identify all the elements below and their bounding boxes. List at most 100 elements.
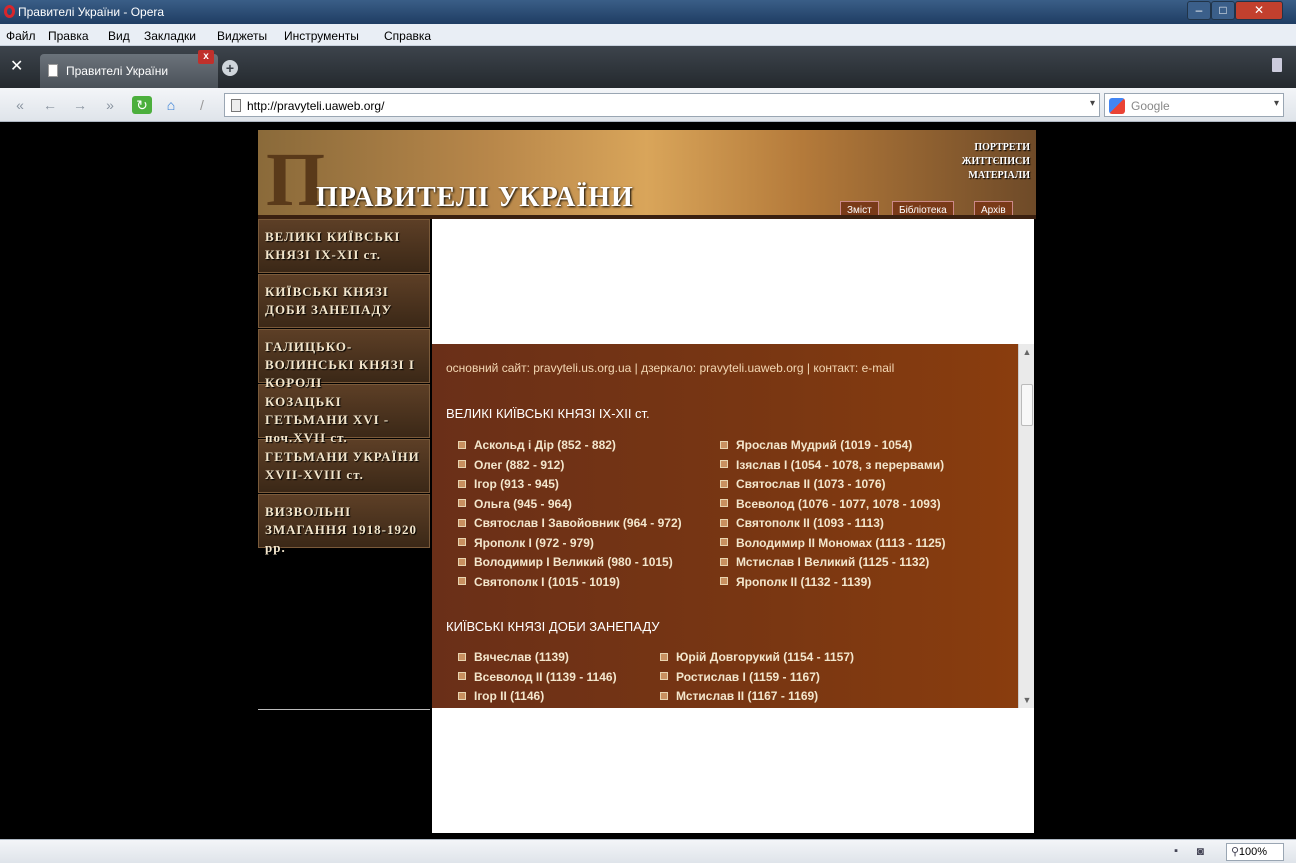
address-url: http://pravyteli.uaweb.org/ bbox=[247, 99, 385, 113]
list-item[interactable]: Ярослав Мудрий (1019 - 1054) bbox=[720, 438, 945, 458]
bullet-icon bbox=[660, 672, 668, 681]
status-bar: ▪ ◙ ⚲ 100% bbox=[0, 839, 1296, 863]
list-item[interactable]: Всеволод (1076 - 1077, 1078 - 1093) bbox=[720, 497, 945, 517]
page-icon bbox=[48, 64, 58, 77]
minimize-button[interactable]: – bbox=[1187, 1, 1211, 20]
bullet-icon bbox=[720, 440, 728, 449]
search-dropdown-icon[interactable]: ▾ bbox=[1274, 98, 1279, 109]
bullet-icon bbox=[458, 577, 466, 586]
list-item[interactable]: Святополк І (1015 - 1019) bbox=[458, 575, 682, 595]
nav-liberation-struggles[interactable]: ВИЗВОЛЬНІ ЗМАГАННЯ 1918-1920 рр. bbox=[258, 494, 430, 555]
menu-view[interactable]: Вид bbox=[108, 29, 130, 43]
list-item[interactable]: Ігор (913 - 945) bbox=[458, 477, 682, 497]
list-item[interactable]: Аскольд і Дір (852 - 882) bbox=[458, 438, 682, 458]
nav-cossack-hetmans[interactable]: КОЗАЦЬКІ ГЕТЬМАНИ XVI - поч.XVII ст. bbox=[258, 384, 430, 445]
reload-button[interactable]: ↻ bbox=[132, 96, 152, 114]
bullet-icon bbox=[458, 652, 466, 661]
list-item[interactable]: Ігор ІІ (1146) bbox=[458, 689, 617, 708]
network-icon[interactable]: ▪ bbox=[1174, 845, 1178, 857]
bullet-icon bbox=[720, 460, 728, 469]
scroll-up-icon[interactable]: ▲ bbox=[1019, 344, 1035, 360]
list-item[interactable]: Вячеслав (1139) bbox=[458, 650, 617, 670]
list-item[interactable]: Ростислав І (1159 - 1167) bbox=[660, 670, 854, 690]
rewind-button[interactable]: « bbox=[10, 96, 30, 114]
edit-icon[interactable]: / bbox=[192, 96, 212, 114]
scroll-thumb[interactable] bbox=[1021, 384, 1033, 426]
bullet-icon bbox=[458, 538, 466, 547]
site-links-line[interactable]: основний сайт: pravyteli.us.org.ua | дзе… bbox=[446, 361, 894, 375]
bullet-icon bbox=[458, 518, 466, 527]
decline-princes-column-2: Юрій Довгорукий (1154 - 1157) Ростислав … bbox=[660, 650, 854, 708]
list-item[interactable]: Святослав І Завойовник (964 - 972) bbox=[458, 516, 682, 536]
maximize-button[interactable]: □ bbox=[1211, 1, 1235, 20]
trash-icon[interactable] bbox=[1272, 58, 1282, 72]
great-princes-column-2: Ярослав Мудрий (1019 - 1054) Ізяслав І (… bbox=[720, 438, 945, 594]
list-item[interactable]: Ярополк ІІ (1132 - 1139) bbox=[720, 575, 945, 595]
list-item[interactable]: Мстислав І Великий (1125 - 1132) bbox=[720, 555, 945, 575]
tab-bar: ✕ Правителі України x + bbox=[0, 46, 1296, 88]
camera-icon[interactable]: ◙ bbox=[1197, 844, 1204, 858]
address-dropdown-icon[interactable]: ▾ bbox=[1090, 98, 1095, 109]
page-viewport: П ПРАВИТЕЛІ УКРАЇНИ ПОРТРЕТИ ЖИТТЄПИСИ М… bbox=[8, 122, 1286, 839]
search-field[interactable]: Google ▾ bbox=[1104, 93, 1284, 117]
panels-toggle-icon[interactable]: ✕ bbox=[10, 56, 23, 76]
list-item[interactable]: Мстислав ІІ (1167 - 1169) bbox=[660, 689, 854, 708]
bullet-icon bbox=[458, 440, 466, 449]
menu-help[interactable]: Справка bbox=[384, 29, 431, 43]
nav-great-kyiv-princes[interactable]: ВЕЛИКІ КИЇВСЬКІ КНЯЗІ IX-XII ст. bbox=[258, 219, 430, 273]
list-item[interactable]: Святополк ІІ (1093 - 1113) bbox=[720, 516, 945, 536]
nav-galicia-volhynia[interactable]: ГАЛИЦЬКО-ВОЛИНСЬКІ КНЯЗІ І КОРОЛІ bbox=[258, 329, 430, 390]
bullet-icon bbox=[458, 479, 466, 488]
panel-scrollbar[interactable]: ▲ ▼ bbox=[1018, 344, 1034, 708]
scroll-down-icon[interactable]: ▼ bbox=[1019, 692, 1035, 708]
zoom-icon: ⚲ bbox=[1231, 846, 1240, 858]
menu-edit[interactable]: Правка bbox=[48, 29, 89, 43]
list-item[interactable]: Юрій Довгорукий (1154 - 1157) bbox=[660, 650, 854, 670]
bullet-icon bbox=[458, 672, 466, 681]
nav-decline-princes[interactable]: КИЇВСЬКІ КНЯЗІ ДОБИ ЗАНЕПАДУ bbox=[258, 274, 430, 328]
fast-forward-button[interactable]: » bbox=[100, 96, 120, 114]
menu-tools[interactable]: Инструменты bbox=[284, 29, 359, 43]
list-item[interactable]: Володимир ІІ Мономах (1113 - 1125) bbox=[720, 536, 945, 556]
list-item[interactable]: Олег (882 - 912) bbox=[458, 458, 682, 478]
zoom-value: 100% bbox=[1238, 846, 1267, 858]
nav-hetmans-ukraine[interactable]: ГЕТЬМАНИ УКРАЇНИ XVII-XVIII ст. bbox=[258, 439, 430, 493]
window-title: Правителі України - Opera bbox=[18, 5, 165, 19]
opera-logo-icon bbox=[4, 5, 15, 18]
bullet-icon bbox=[458, 691, 466, 700]
search-placeholder: Google bbox=[1131, 99, 1170, 113]
close-tab-button[interactable]: x bbox=[198, 50, 214, 64]
menu-widgets[interactable]: Виджеты bbox=[217, 29, 267, 43]
bullet-icon bbox=[458, 499, 466, 508]
close-window-button[interactable]: ✕ bbox=[1235, 1, 1283, 20]
home-button[interactable]: ⌂ bbox=[160, 96, 182, 114]
address-bar[interactable]: http://pravyteli.uaweb.org/ ▾ bbox=[224, 93, 1100, 117]
bullet-icon bbox=[720, 557, 728, 566]
list-item[interactable]: Всеволод ІІ (1139 - 1146) bbox=[458, 670, 617, 690]
zoom-selector[interactable]: ⚲ 100% bbox=[1226, 843, 1284, 861]
list-item[interactable]: Ольга (945 - 964) bbox=[458, 497, 682, 517]
list-item[interactable]: Святослав ІІ (1073 - 1076) bbox=[720, 477, 945, 497]
list-item[interactable]: Ярополк І (972 - 979) bbox=[458, 536, 682, 556]
banner-title: ПРАВИТЕЛІ УКРАЇНИ bbox=[316, 182, 634, 213]
menu-bar: Файл Правка Вид Закладки Виджеты Инструм… bbox=[0, 24, 1296, 46]
bullet-icon bbox=[660, 691, 668, 700]
list-item[interactable]: Володимир І Великий (980 - 1015) bbox=[458, 555, 682, 575]
menu-file[interactable]: Файл bbox=[6, 29, 36, 43]
section-heading-great-princes: ВЕЛИКІ КИЇВСЬКІ КНЯЗІ IX-XII ст. bbox=[446, 406, 650, 421]
list-item[interactable]: Ізяслав І (1054 - 1078, з перервами) bbox=[720, 458, 945, 478]
navigation-bar: « ← → » ↻ ⌂ / http://pravyteli.uaweb.org… bbox=[0, 88, 1296, 122]
great-princes-column-1: Аскольд і Дір (852 - 882) Олег (882 - 91… bbox=[458, 438, 682, 594]
bullet-icon bbox=[720, 577, 728, 586]
site-banner: П ПРАВИТЕЛІ УКРАЇНИ ПОРТРЕТИ ЖИТТЄПИСИ М… bbox=[258, 130, 1036, 219]
tab-pravyteli[interactable]: Правителі України x bbox=[40, 50, 218, 88]
page-info-icon bbox=[231, 99, 241, 112]
rulers-list-panel: основний сайт: pravyteli.us.org.ua | дзе… bbox=[432, 344, 1018, 708]
menu-bookmarks[interactable]: Закладки bbox=[144, 29, 196, 43]
banner-tagline-1: ПОРТРЕТИ bbox=[974, 142, 1030, 153]
forward-button[interactable]: → bbox=[70, 96, 90, 114]
back-button[interactable]: ← bbox=[40, 96, 60, 114]
tab-label: Правителі України bbox=[66, 64, 169, 78]
new-tab-button[interactable]: + bbox=[222, 60, 238, 76]
bullet-icon bbox=[720, 499, 728, 508]
